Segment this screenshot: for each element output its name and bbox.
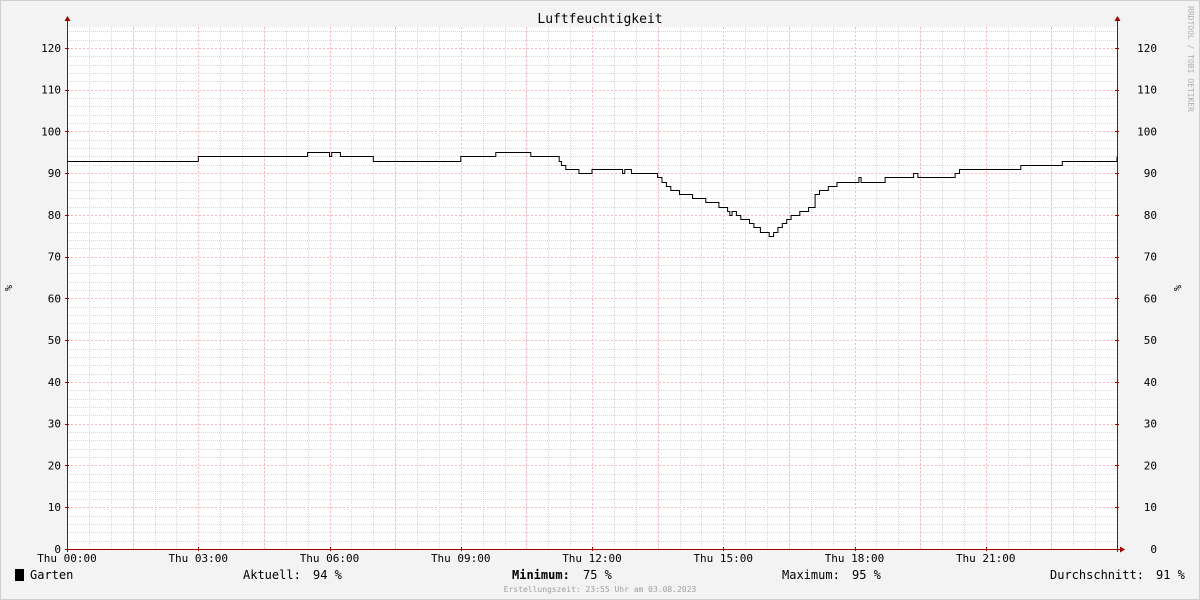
legend-stat-average-label: Durchschnitt: — [1050, 568, 1144, 582]
y-tick-label-right: 50 — [1144, 334, 1157, 347]
y-tick-label-right: 110 — [1137, 84, 1157, 97]
y-tick-label-right: 20 — [1144, 459, 1157, 472]
y-tick-label-left: 90 — [48, 167, 61, 180]
y-axis-label-right: % — [1173, 285, 1184, 291]
y-tick-label-right: 30 — [1144, 418, 1157, 431]
legend-stat-minimum-value: 75 % — [583, 568, 613, 582]
y-tick-label-left: 40 — [48, 376, 61, 389]
legend-stat-current-value: 94 % — [313, 568, 343, 582]
y-tick-label-left: 100 — [41, 125, 61, 138]
legend-stat-maximum-label: Maximum: — [782, 568, 840, 582]
watermark: RRDTOOL / TOBI OETIKER — [1186, 6, 1195, 112]
y-axis-label-left: % — [4, 285, 15, 291]
x-tick-label: Thu 15:00 — [693, 552, 753, 565]
legend-series-name: Garten — [30, 568, 73, 582]
legend-stat-current-label: Aktuell: — [243, 568, 301, 582]
y-tick-label-left: 10 — [48, 501, 61, 514]
legend-stat-minimum-label: Minimum: — [512, 568, 570, 582]
y-tick-label-right: 80 — [1144, 209, 1157, 222]
y-tick-label-left: 60 — [48, 292, 61, 305]
y-tick-label-left: 70 — [48, 251, 61, 264]
y-tick-label-right: 70 — [1144, 251, 1157, 264]
y-tick-label-left: 110 — [41, 84, 61, 97]
y-tick-label-right: 10 — [1144, 501, 1157, 514]
y-tick-label-left: 50 — [48, 334, 61, 347]
y-tick-label-right: 90 — [1144, 167, 1157, 180]
x-tick-label: Thu 18:00 — [825, 552, 885, 565]
x-tick-label: Thu 12:00 — [562, 552, 622, 565]
x-tick-label: Thu 21:00 — [956, 552, 1016, 565]
humidity-chart: 0102030405060708090100110120 01020304050… — [0, 0, 1200, 600]
y-tick-label-right: 0 — [1150, 543, 1157, 556]
y-tick-label-left: 30 — [48, 418, 61, 431]
y-tick-label-right: 120 — [1137, 42, 1157, 55]
legend-swatch — [15, 569, 24, 581]
x-tick-label: Thu 06:00 — [300, 552, 360, 565]
x-tick-label: Thu 09:00 — [431, 552, 491, 565]
y-tick-label-right: 40 — [1144, 376, 1157, 389]
legend-stat-maximum-value: 95 % — [852, 568, 882, 582]
y-tick-label-right: 100 — [1137, 125, 1157, 138]
footer-timestamp: Erstellungszeit: 23:55 Uhr am 03.08.2023 — [504, 585, 697, 594]
y-tick-label-left: 20 — [48, 459, 61, 472]
y-tick-label-left: 80 — [48, 209, 61, 222]
legend-stat-average-value: 91 % — [1156, 568, 1186, 582]
x-tick-label: Thu 03:00 — [168, 552, 228, 565]
y-tick-label-left: 120 — [41, 42, 61, 55]
x-tick-label: Thu 00:00 — [37, 552, 97, 565]
chart-title: Luftfeuchtigkeit — [537, 12, 662, 27]
y-tick-label-right: 60 — [1144, 292, 1157, 305]
